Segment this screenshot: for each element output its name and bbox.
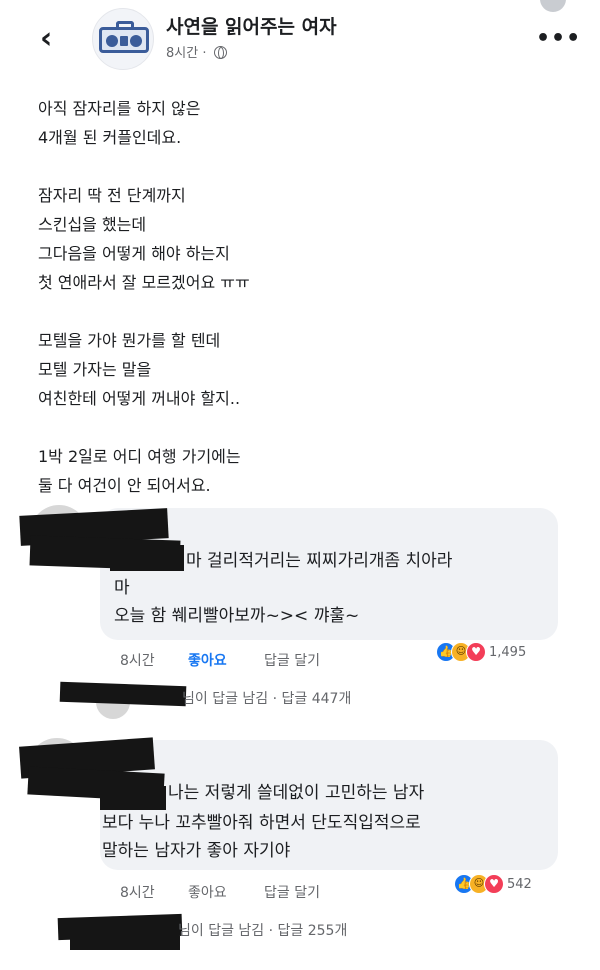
comment-line: 마 걸리적거리는 찌찌가리개좀 치아라 (186, 551, 453, 571)
post-line: 1박 2일로 어디 여행 가기에는 (38, 447, 241, 466)
post-paragraph: 잠자리 딱 전 단계까지 스킨십을 했는데 그다음을 어떻게 해야 하는지 첫 … (38, 181, 558, 297)
reply-button[interactable]: 답글 달기 (264, 882, 320, 902)
reply-button[interactable]: 답글 달기 (264, 650, 320, 670)
post-paragraph: 아직 잠자리를 하지 않은 4개월 된 커플인데요. (38, 94, 558, 152)
post-header: ‹ 사연을 읽어주는 여자 8시간 · ••• (0, 0, 600, 80)
post-line: 모텔 가자는 말을 (38, 360, 152, 379)
post-line: 둘 다 여건이 안 되어서요. (38, 476, 211, 495)
post-line: 잠자리 딱 전 단계까지 (38, 186, 186, 205)
comment-reactions[interactable]: 👍 ☺ ♥ 1,495 (432, 641, 531, 663)
page-name[interactable]: 사연을 읽어주는 여자 (166, 12, 337, 39)
page-avatar[interactable] (92, 8, 154, 70)
more-horizontal-icon[interactable]: ••• (536, 26, 581, 51)
reply-name-redaction (70, 936, 180, 950)
commenter-name-redaction (100, 786, 166, 810)
post-line: 아직 잠자리를 하지 않은 (38, 99, 201, 118)
chevron-left-icon[interactable]: ‹ (40, 24, 70, 54)
reaction-count: 542 (507, 876, 532, 892)
love-reaction-icon: ♥ (484, 874, 504, 894)
comment-line: 말하는 남자가 좋아 자기야 (102, 841, 291, 861)
comment-reactions[interactable]: 👍 ☺ ♥ 542 (450, 873, 536, 895)
comment-line: 마 (114, 578, 130, 598)
post-paragraph: 1박 2일로 어디 여행 가기에는 둘 다 여건이 안 되어서요. (38, 442, 558, 500)
reply-name-redaction (59, 681, 187, 707)
reaction-count: 1,495 (489, 644, 527, 660)
view-replies-link[interactable]: 님이 답글 남김 · 답글 255개 (178, 920, 347, 940)
post-line: 모텔을 가야 뭔가를 할 텐데 (38, 331, 221, 350)
comment-bubble: 나는 저렇게 쓸데없이 고민하는 남자 보다 누나 꼬추빨아줘 하면서 단도직입… (100, 740, 558, 870)
post-line: 그다음을 어떻게 해야 하는지 (38, 244, 230, 263)
comment-time[interactable]: 8시간 (120, 882, 155, 902)
post-paragraph: 모텔을 가야 뭔가를 할 텐데 모텔 가자는 말을 여친한테 어떻게 꺼내야 할… (38, 326, 558, 413)
radio-icon (99, 21, 149, 53)
commenter-name-redaction (110, 545, 184, 571)
like-button[interactable]: 좋아요 (188, 882, 227, 902)
globe-icon (213, 46, 227, 59)
post-line: 첫 연애라서 잘 모르겠어요 ㅠㅠ (38, 273, 250, 292)
notification-dot (540, 0, 566, 12)
post-body: 아직 잠자리를 하지 않은 4개월 된 커플인데요. 잠자리 딱 전 단계까지 … (38, 94, 558, 529)
post-line: 여친한테 어떻게 꺼내야 할지.. (38, 389, 241, 408)
view-replies-link[interactable]: 님이 답글 남김 · 답글 447개 (182, 688, 351, 708)
post-line: 스킨십을 했는데 (38, 215, 147, 234)
comment-time[interactable]: 8시간 (120, 650, 155, 670)
like-button[interactable]: 좋아요 (188, 650, 227, 670)
post-meta: 8시간 · (166, 42, 227, 61)
comment-line: 보다 누나 꼬추빨아줘 하면서 단도직입적으로 (102, 813, 421, 833)
post-time[interactable]: 8시간 · (166, 46, 211, 61)
post-line: 4개월 된 커플인데요. (38, 128, 182, 147)
comment-line: 오늘 함 쒜리빨아보까~>< 꺄훌~ (114, 606, 360, 626)
love-reaction-icon: ♥ (466, 642, 486, 662)
comment-bubble: 마 걸리적거리는 찌찌가리개좀 치아라 마 오늘 함 쒜리빨아보까~>< 꺄훌~ (100, 508, 558, 640)
comment-line: 나는 저렇게 쓸데없이 고민하는 남자 (168, 783, 425, 803)
